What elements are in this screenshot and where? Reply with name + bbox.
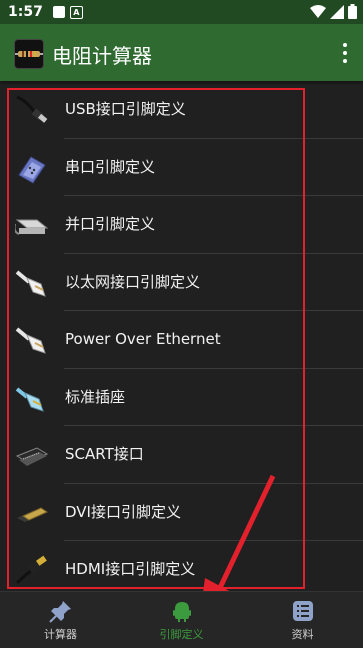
status-indicators	[310, 4, 357, 19]
list-item-label: SCART接口	[65, 445, 144, 463]
list-item-dvi[interactable]: DVI接口引脚定义	[0, 484, 363, 541]
list-item-label: 以太网接口引脚定义	[65, 272, 201, 291]
ethernet-plug-icon	[15, 269, 46, 297]
connector-list: USB接口引脚定义 串口引脚定义 并口引脚定义 以太网接口引脚定义 Power …	[0, 81, 363, 591]
list-item-label: 标准插座	[65, 387, 126, 406]
parallel-port-icon	[15, 219, 49, 235]
list-item-label: USB接口引脚定义	[65, 100, 186, 118]
list-item-poe[interactable]: Power Over Ethernet	[0, 311, 363, 369]
tab-label: 引脚定义	[159, 628, 204, 641]
resistor-app-icon	[14, 39, 44, 69]
usb-cable-icon	[16, 95, 48, 123]
tab-resources[interactable]: 资料	[242, 592, 363, 648]
list-item-serial[interactable]: 串口引脚定义	[0, 139, 363, 196]
list-item-label: HDMI接口引脚定义	[65, 560, 196, 578]
tab-calculator[interactable]: 计算器	[0, 592, 121, 648]
bottom-navigation: 计算器 引脚定义 资料	[0, 591, 363, 648]
list-item-hdmi[interactable]: HDMI接口引脚定义	[0, 541, 363, 591]
tab-pin-definitions[interactable]: 引脚定义	[121, 592, 242, 648]
dvi-connector-icon	[17, 506, 49, 522]
app-title: 电阻计算器	[52, 44, 152, 68]
poe-plug-icon	[15, 327, 46, 354]
status-bar: 1:57 A	[0, 0, 363, 24]
tab-label: 资料	[291, 628, 314, 641]
scart-connector-icon	[15, 447, 49, 466]
list-icon	[292, 601, 313, 621]
notification-a-icon: A	[69, 5, 83, 19]
app-bar: 电阻计算器	[0, 24, 363, 81]
signal-icon	[330, 4, 344, 19]
list-item-scart[interactable]: SCART接口	[0, 426, 363, 484]
serial-port-icon	[18, 155, 46, 184]
more-vert-icon[interactable]	[343, 43, 347, 63]
notification-icon	[52, 6, 65, 18]
list-item-standard-socket[interactable]: 标准插座	[0, 369, 363, 426]
list-item-label: Power Over Ethernet	[65, 330, 221, 348]
status-time: 1:57	[8, 4, 43, 20]
list-item-label: 串口引脚定义	[65, 157, 156, 176]
phone-plug-icon	[15, 386, 44, 412]
hdmi-cable-icon	[15, 555, 47, 585]
list-item-label: 并口引脚定义	[65, 215, 156, 233]
battery-icon	[348, 4, 357, 19]
list-item-parallel[interactable]: 并口引脚定义	[0, 196, 363, 254]
tab-label: 计算器	[44, 628, 77, 641]
list-item-ethernet[interactable]: 以太网接口引脚定义	[0, 254, 363, 311]
pin-icon	[48, 601, 71, 623]
list-item-label: DVI接口引脚定义	[65, 502, 181, 521]
wifi-icon	[310, 4, 326, 18]
list-item-usb[interactable]: USB接口引脚定义	[0, 81, 363, 139]
android-chip-icon	[172, 602, 191, 622]
